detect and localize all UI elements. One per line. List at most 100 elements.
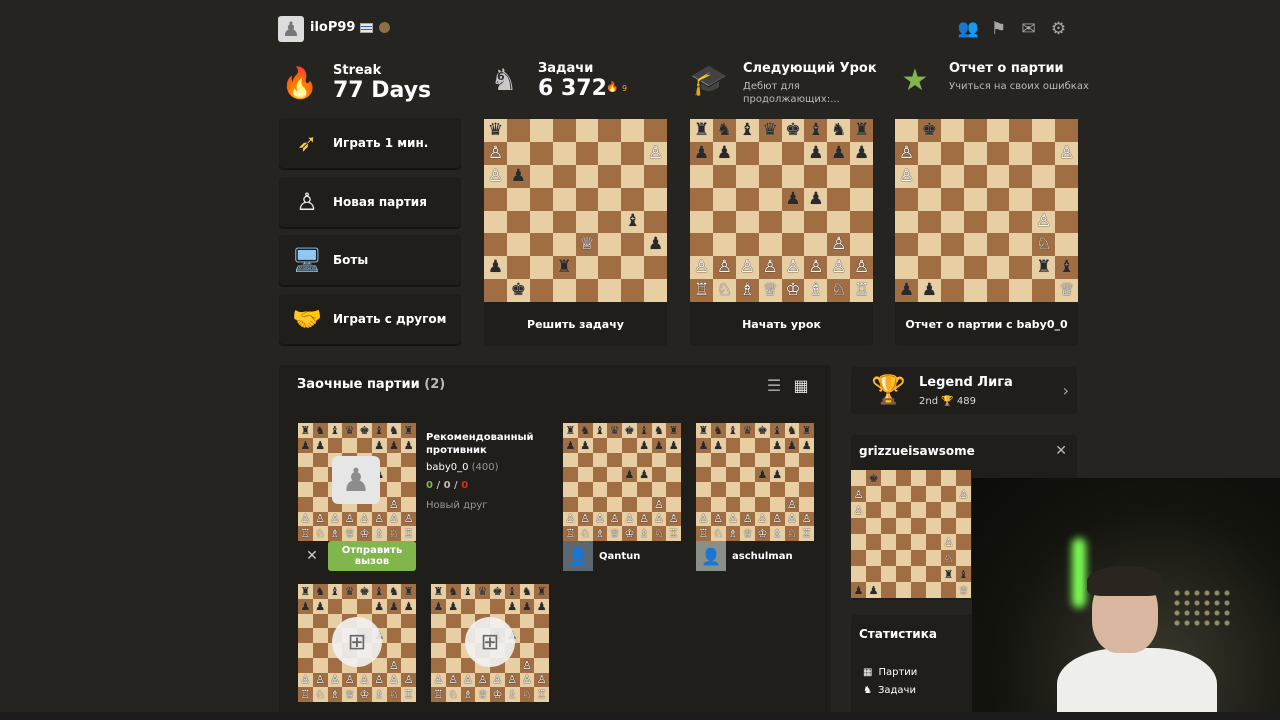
board-square: ♜ (1032, 256, 1056, 280)
board-square: ♙ (342, 672, 357, 688)
board-square: ♘ (386, 526, 402, 541)
board-square (563, 467, 578, 482)
board-square: ♖ (799, 526, 814, 541)
board-square (386, 452, 402, 468)
play-1-min-button[interactable]: ➶ Играть 1 мин. (279, 118, 461, 168)
review-board[interactable]: ♚ ♙ ♙ ♙ ♙ ♘ ♜ ♝ ♟ ♟ ♕ (895, 119, 1078, 302)
board-square: ♘ (710, 526, 726, 541)
board-square: ♟ (866, 582, 881, 598)
lesson-board[interactable]: ♜ ♞ ♝ ♛ ♚ ♝ ♞ ♜ ♟ ♟ ♟ ♟ ♟ ♟ ♟ ♙ ♙ ♙ ♙ ♙ ♙ ♙ ♙ ♙ ♖ ♘ ♗ ♕ ♔ ♗ ♘ ♖ (690, 119, 873, 302)
board-square (607, 496, 622, 512)
daily-game-board-2[interactable]: ♜ ♞ ♝ ♛ ♚ ♝ ♞ ♜ ♟ ♟ ♟ ♟ ♟ ♟ ♟ ♙ ♙ ♙ ♙ ♙ ♙ ♙ ♙ ♙ ♖ ♘ ♗ ♕ ♔ ♗ ♘ ♖ (696, 423, 814, 541)
board-square (755, 482, 770, 497)
stats-puzzles-item[interactable]: ♞ Задачи (863, 685, 916, 696)
board-square (386, 467, 402, 482)
grid-view-icon[interactable]: ▦ (792, 376, 810, 395)
board-square: ♙ (484, 164, 507, 188)
board-square (327, 437, 343, 453)
league-card[interactable]: 🏆 Legend Лига 2nd 🏆 489 › (851, 367, 1077, 414)
start-lesson-button[interactable]: Начать урок (690, 302, 873, 346)
graduation-cap-icon[interactable]: 🎓 (689, 60, 729, 100)
puzzle-board[interactable]: ♛ ♙ ♙ ♙ ♟ ♝ ♕ ♟ ♟ ♜ ♚ (484, 119, 667, 302)
review-star-icon[interactable]: ★ (895, 60, 935, 100)
board-square: ♙ (327, 672, 343, 688)
chevron-right-icon[interactable]: › (1063, 381, 1069, 400)
board-square (690, 233, 713, 257)
close-icon[interactable]: ✕ (1055, 443, 1067, 459)
board-square: ♟ (298, 598, 313, 614)
board-square (529, 279, 553, 302)
new-game-button[interactable]: ♙ Новая партия (279, 177, 461, 227)
user-avatar[interactable]: ♟ (278, 16, 304, 42)
board-square: ♞ (312, 584, 328, 599)
recommended-username[interactable]: baby0_0 (426, 462, 468, 473)
board-square (575, 119, 599, 142)
recommended-user[interactable]: baby0_0 (400) (426, 462, 499, 473)
board-square: ♗ (769, 526, 785, 541)
board-square (598, 279, 622, 302)
board-square (896, 566, 911, 582)
board-square: ♟ (784, 437, 800, 453)
play-friend-button[interactable]: 🤝 Играть с другом (279, 294, 461, 344)
username[interactable]: iloP99 (310, 20, 355, 35)
add-game-icon[interactable]: ⊞ (465, 617, 515, 667)
friends-icon[interactable]: 👥 (958, 18, 979, 39)
board-square: ♖ (401, 687, 416, 702)
recommended-score: 0 / 0 / 0 (426, 480, 469, 491)
add-game-icon[interactable]: ⊞ (332, 617, 382, 667)
puzzles-label[interactable]: Задачи (538, 61, 593, 76)
board-square (552, 233, 576, 257)
board-square (896, 534, 911, 550)
board-square (460, 598, 476, 614)
board-square (651, 467, 667, 482)
board-square (598, 256, 622, 280)
pawn-hand-icon: ♙ (296, 188, 318, 216)
puzzle-badge: 6 (497, 70, 505, 83)
trophy-small-icon: 🏆 (941, 396, 954, 407)
board-square: ♟ (769, 437, 785, 453)
daily-games-title: Заочные партии (2) (297, 377, 445, 392)
board-square (963, 279, 987, 302)
board-square (401, 613, 416, 629)
puzzles-value: 6 372 (538, 76, 607, 101)
daily-game-opponent-1[interactable]: 👤 Qantun (563, 540, 640, 572)
board-square: ♙ (666, 511, 681, 527)
board-square (963, 187, 987, 211)
board-square (1055, 233, 1078, 257)
board-square: ♙ (755, 511, 770, 527)
opponent-name[interactable]: Qantun (599, 551, 640, 562)
game-review-button[interactable]: Отчет о партии с baby0_0 (895, 302, 1078, 346)
board-square (552, 279, 576, 302)
stream-board[interactable]: ♚ ♙ ♙ ♙ ♙ ♘ ♜ ♝ ♟ ♟ ♕ (851, 470, 971, 598)
review-label[interactable]: Отчет о партии (949, 61, 1064, 76)
opponent-name[interactable]: aschulman (732, 551, 793, 562)
daily-game-board-1[interactable]: ♜ ♞ ♝ ♛ ♚ ♝ ♞ ♜ ♟ ♟ ♟ ♟ ♟ ♟ ♟ ♙ ♙ ♙ ♙ ♙ ♙ ♙ ♙ ♙ ♖ ♘ ♗ ♕ ♔ ♗ ♘ ♖ (563, 423, 681, 541)
board-square (866, 534, 881, 550)
board-square: ♔ (622, 526, 637, 541)
hint-icon[interactable]: ⚑ (988, 18, 1009, 39)
flag-icon (360, 23, 373, 33)
board-square (621, 141, 645, 165)
board-square: ♘ (312, 526, 328, 541)
membership-badge-icon (379, 22, 390, 33)
settings-icon[interactable]: ⚙ (1048, 18, 1069, 39)
board-square (895, 119, 918, 142)
dismiss-icon[interactable]: ✕ (298, 541, 326, 571)
board-square: ♟ (506, 164, 530, 188)
lesson-label[interactable]: Следующий Урок (743, 61, 877, 76)
bots-button[interactable]: 🖥 Боты (279, 235, 461, 285)
board-square: ♗ (327, 687, 343, 702)
board-square (917, 256, 941, 280)
solve-puzzle-button[interactable]: Решить задачу (484, 302, 667, 346)
board-square (956, 470, 971, 486)
board-square (445, 657, 461, 673)
streamer-name[interactable]: grizzueisawsome (859, 444, 975, 458)
board-square (342, 437, 357, 453)
list-view-icon[interactable]: ☰ (765, 376, 783, 395)
stats-games-item[interactable]: ▦ Партии (863, 667, 917, 678)
send-challenge-button[interactable]: Отправить вызов (328, 541, 416, 571)
daily-game-opponent-2[interactable]: 👤 aschulman (696, 540, 793, 572)
mail-icon[interactable]: ✉ (1018, 18, 1039, 39)
board-square (431, 628, 446, 643)
board-square: ♝ (956, 566, 971, 582)
